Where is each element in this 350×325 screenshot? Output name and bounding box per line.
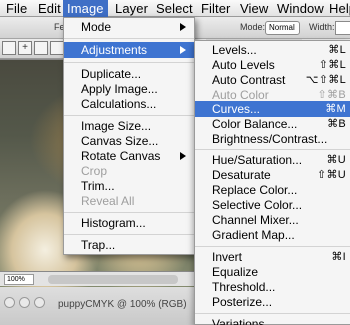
menu-separator	[64, 38, 194, 39]
menu-item-histogram[interactable]: Histogram...	[64, 215, 194, 231]
menu-item-gradient-map[interactable]: Gradient Map...	[195, 227, 350, 243]
menu-item-mode[interactable]: Mode	[64, 19, 194, 35]
menu-separator	[64, 62, 194, 63]
menu-item-label: Curves...	[212, 102, 261, 116]
menu-image[interactable]: Image	[63, 0, 108, 17]
menu-item-adjustments[interactable]: Adjustments	[64, 42, 194, 58]
shortcut-text: ⌘I	[331, 251, 346, 263]
menu-separator	[195, 313, 350, 314]
menu-item-canvas-size[interactable]: Canvas Size...	[64, 133, 194, 149]
menu-filter[interactable]: Filter	[201, 0, 231, 17]
menu-item-label: Gradient Map...	[212, 228, 295, 242]
shortcut-text: ⇧⌘U	[316, 169, 346, 181]
shortcut-text: ⌘B	[327, 118, 346, 130]
submenu-arrow-icon	[180, 152, 186, 160]
menu-item-brightness-contrast[interactable]: Brightness/Contrast...	[195, 131, 350, 147]
menu-item-label: Auto Color	[212, 88, 269, 102]
menu-item-reveal-all: Reveal All	[81, 194, 135, 208]
menu-item-label: Hue/Saturation...	[212, 153, 303, 167]
menu-item-label: Levels...	[212, 43, 257, 57]
menu-item-trim[interactable]: Trim...	[64, 178, 194, 194]
menu-item-color-balance[interactable]: Color Balance... ⌘B	[195, 116, 350, 132]
menu-select[interactable]: Select	[156, 0, 193, 17]
document-title: puppyCMYK @ 100% (RGB)	[58, 299, 187, 310]
menu-item-invert[interactable]: Invert ⌘I	[195, 249, 350, 265]
minimize-button[interactable]	[19, 297, 30, 308]
menu-file[interactable]: File	[6, 0, 27, 17]
tool-button[interactable]	[34, 41, 48, 55]
menu-item-image-size[interactable]: Image Size...	[64, 118, 194, 134]
menu-item-curves[interactable]: Curves... ⌘M	[195, 101, 350, 117]
shortcut-text: ⌘M	[325, 103, 346, 115]
menu-item-rotate-canvas[interactable]: Rotate Canvas	[64, 148, 194, 164]
menu-help[interactable]: Help	[329, 0, 350, 17]
menu-item-trap[interactable]: Trap...	[64, 237, 194, 253]
menu-separator	[64, 115, 194, 116]
width-field[interactable]	[335, 21, 350, 35]
menu-item-label: Posterize...	[212, 295, 273, 309]
menu-item-threshold[interactable]: Threshold...	[195, 279, 350, 295]
menu-item-label: Adjustments	[81, 43, 148, 57]
add-icon[interactable]: +	[18, 41, 32, 55]
menu-item-levels[interactable]: Levels... ⌘L	[195, 42, 350, 58]
menu-item-equalize[interactable]: Equalize	[195, 264, 350, 280]
menu-item-variations[interactable]: Variations...	[195, 316, 350, 325]
menu-window[interactable]: Window	[277, 0, 324, 17]
menu-item-label: Equalize	[212, 265, 259, 279]
menu-item-duplicate[interactable]: Duplicate...	[64, 66, 194, 82]
menu-item-label: Invert	[212, 250, 243, 264]
document-title-bar: puppyCMYK @ 100% (RGB)	[0, 287, 206, 325]
menu-item-label: Rotate Canvas	[81, 149, 161, 163]
menu-item-label: Color Balance...	[212, 117, 298, 131]
menu-item-label: Variations...	[212, 317, 275, 325]
adjustments-submenu: Levels... ⌘L Auto Levels ⇧⌘L Auto Contra…	[194, 40, 350, 325]
menu-item-posterize[interactable]: Posterize...	[195, 294, 350, 310]
shortcut-text: ⇧⌘L	[318, 59, 346, 71]
horizontal-scrollbar[interactable]	[48, 275, 178, 284]
menu-view[interactable]: View	[240, 0, 268, 17]
menu-item-label: Auto Contrast	[212, 73, 286, 87]
menu-item-label: Auto Levels	[212, 58, 275, 72]
menu-item-label: Channel Mixer...	[212, 213, 299, 227]
menu-item-label: Selective Color...	[212, 198, 303, 212]
menu-item-crop: Crop	[81, 164, 108, 178]
menu-separator	[64, 234, 194, 235]
close-button[interactable]	[4, 297, 15, 308]
menu-item-replace-color[interactable]: Replace Color...	[195, 182, 350, 198]
menu-edit[interactable]: Edit	[38, 0, 61, 17]
zoom-field[interactable]: 100%	[4, 274, 34, 285]
submenu-arrow-icon	[180, 23, 186, 31]
menu-separator	[195, 149, 350, 150]
submenu-arrow-icon	[180, 46, 186, 54]
menu-item-channel-mixer[interactable]: Channel Mixer...	[195, 212, 350, 228]
menu-item-label: Desaturate	[212, 168, 271, 182]
tool-button[interactable]	[2, 41, 16, 55]
menu-item-calculations[interactable]: Calculations...	[64, 96, 194, 112]
menu-item-hue-saturation[interactable]: Hue/Saturation... ⌘U	[195, 152, 350, 168]
menu-separator	[64, 212, 194, 213]
menu-item-auto-contrast[interactable]: Auto Contrast ⌥⇧⌘L	[195, 72, 350, 88]
menu-bar: File Edit Image Layer Select Filter View…	[0, 0, 350, 17]
menu-item-desaturate[interactable]: Desaturate ⇧⌘U	[195, 167, 350, 183]
menu-layer[interactable]: Layer	[115, 0, 148, 17]
menu-item-label: Brightness/Contrast...	[212, 132, 328, 146]
shortcut-text: ⌥⇧⌘L	[305, 74, 346, 86]
menu-item-label: Replace Color...	[212, 183, 298, 197]
menu-separator	[195, 246, 350, 247]
zoom-button[interactable]	[34, 297, 45, 308]
image-menu: Mode Adjustments Duplicate... Apply Imag…	[63, 17, 195, 255]
menu-item-selective-color[interactable]: Selective Color...	[195, 197, 350, 213]
width-label: Width:	[309, 22, 335, 32]
mode-label: Mode:	[240, 22, 266, 32]
tool-button[interactable]	[50, 41, 64, 55]
mode-select[interactable]: Normal	[265, 21, 300, 35]
menu-item-label: Threshold...	[212, 280, 276, 294]
shortcut-text: ⌘U	[326, 154, 346, 166]
menu-item-apply-image[interactable]: Apply Image...	[64, 81, 194, 97]
menu-item-label: Mode	[81, 20, 112, 34]
shortcut-text: ⌘L	[328, 44, 346, 56]
status-bar: 100%	[0, 271, 206, 286]
menu-item-auto-levels[interactable]: Auto Levels ⇧⌘L	[195, 57, 350, 73]
